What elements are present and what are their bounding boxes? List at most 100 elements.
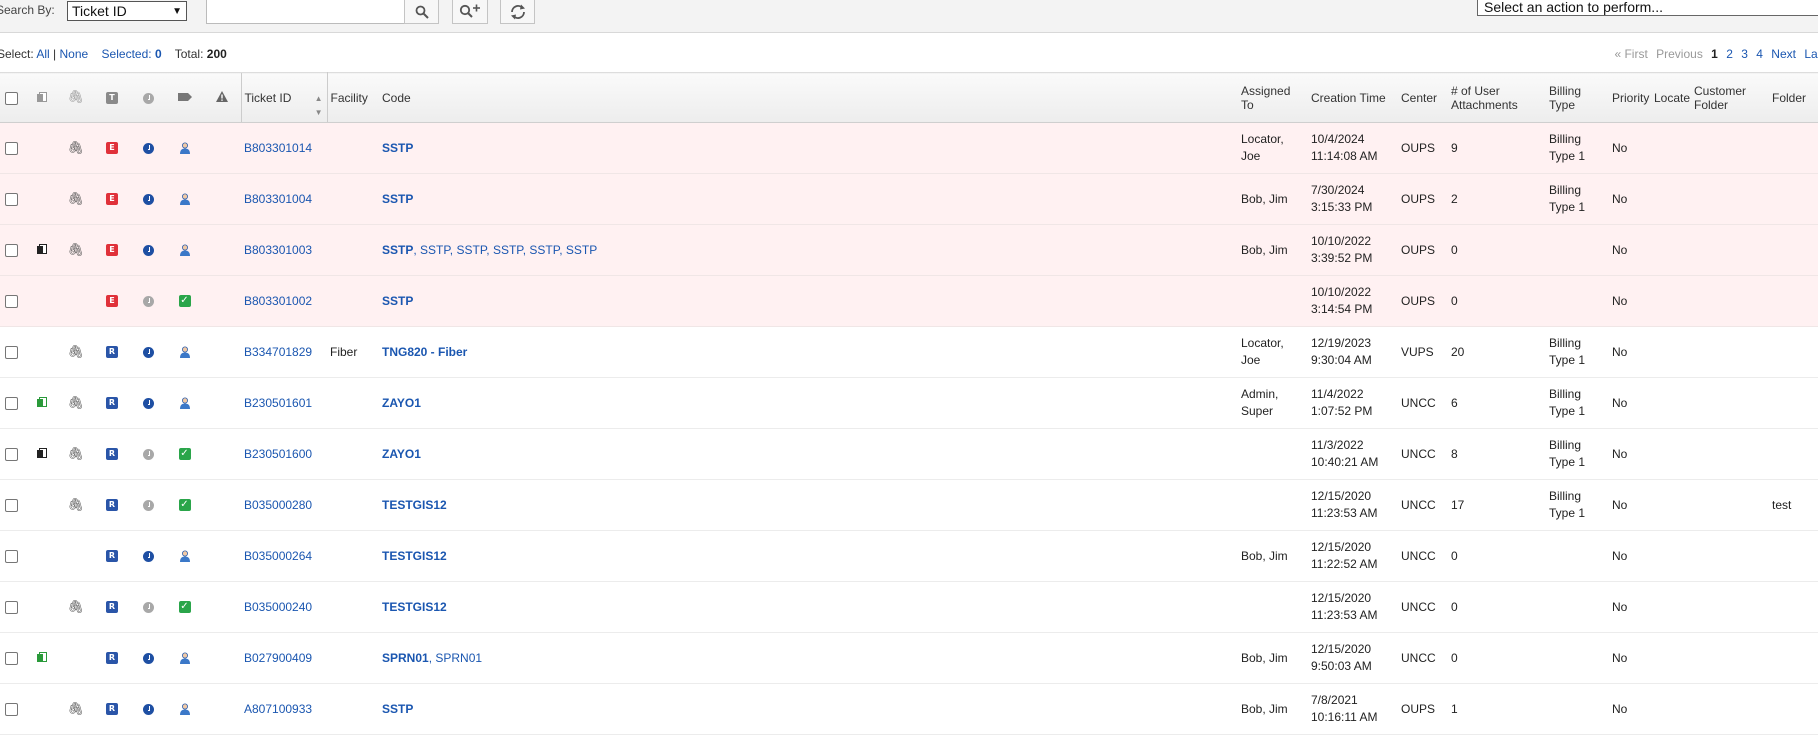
code-extra[interactable]: , SPRN01: [429, 651, 482, 665]
code-link[interactable]: SSTP: [382, 702, 413, 716]
advanced-search-button[interactable]: [452, 0, 488, 24]
ticket-id-link[interactable]: B803301004: [244, 192, 312, 206]
ticket-id-link[interactable]: B027900409: [244, 651, 312, 665]
row-checkbox[interactable]: [4, 192, 18, 206]
table-row[interactable]: 🖇 R B334701829 Fiber TNG820 - Fiber Locator, …: [0, 326, 1818, 378]
person-icon[interactable]: [179, 193, 191, 206]
ticket-id-link[interactable]: B035000280: [244, 498, 312, 512]
clock-icon[interactable]: [143, 397, 154, 409]
row-checkbox[interactable]: [4, 396, 18, 410]
header-attachments-icon[interactable]: 🖇: [58, 72, 93, 123]
paperclip-icon[interactable]: 🖇: [67, 701, 84, 718]
paperclip-icon[interactable]: 🖇: [67, 140, 84, 157]
ticket-id-link[interactable]: B803301003: [244, 243, 312, 257]
paperclip-icon[interactable]: 🖇: [67, 395, 84, 412]
paperclip-icon[interactable]: 🖇: [67, 242, 84, 259]
search-input[interactable]: [206, 0, 405, 24]
column-folder[interactable]: Folder: [1769, 72, 1818, 123]
code-link[interactable]: TESTGIS12: [382, 549, 447, 563]
column-priority[interactable]: Priority: [1609, 72, 1651, 123]
table-row[interactable]: R B027900409 SPRN01, SPRN01 Bob, Jim 12/15/2…: [0, 632, 1818, 684]
column-facility[interactable]: Facility: [327, 72, 379, 123]
documents-icon[interactable]: [36, 447, 47, 459]
select-all-link[interactable]: All: [36, 47, 49, 61]
code-link[interactable]: TESTGIS12: [382, 498, 447, 512]
code-link[interactable]: ZAYO1: [382, 447, 421, 461]
select-all-header[interactable]: [0, 72, 22, 123]
header-type[interactable]: T: [93, 72, 131, 123]
column-code[interactable]: Code: [379, 72, 1238, 123]
pager-page-4[interactable]: 4: [1756, 47, 1763, 61]
table-row[interactable]: 🖇 R B230501601 ZAYO1 Admin, Super 11/4/2022 1…: [0, 377, 1818, 429]
column-customer-folder[interactable]: Customer Folder: [1691, 72, 1769, 123]
ticket-id-link[interactable]: A807100933: [244, 702, 312, 716]
header-due[interactable]: [131, 72, 166, 123]
ticket-id-link[interactable]: B803301002: [244, 294, 312, 308]
clock-icon[interactable]: [143, 499, 154, 511]
row-checkbox[interactable]: [4, 243, 18, 257]
code-link[interactable]: SSTP: [382, 294, 413, 308]
column-assigned-to[interactable]: Assigned To: [1238, 72, 1308, 123]
clock-icon[interactable]: [143, 652, 154, 664]
check-icon[interactable]: ✓: [178, 601, 191, 614]
column-center[interactable]: Center: [1398, 72, 1448, 123]
table-row[interactable]: 🖇 R A807100933 SSTP Bob, Jim 7/8/2021 10:16:1…: [0, 683, 1818, 735]
column-billing-type[interactable]: Billing Type: [1546, 72, 1609, 123]
person-icon[interactable]: [179, 550, 191, 563]
clock-icon[interactable]: [143, 295, 154, 307]
pager-last[interactable]: Last: [1804, 47, 1818, 61]
clock-icon[interactable]: [143, 601, 154, 613]
person-icon[interactable]: [179, 652, 191, 665]
paperclip-icon[interactable]: 🖇: [67, 497, 84, 514]
clock-icon[interactable]: [143, 346, 154, 358]
table-row[interactable]: 🖇 E B803301003 SSTP, SSTP, SSTP, SSTP, SSTP…: [0, 224, 1818, 276]
table-row[interactable]: 🖇 R ✓ B230501600 ZAYO1 11/3/2022 10:40:21 AM U…: [0, 428, 1818, 480]
clock-icon[interactable]: [143, 244, 154, 256]
pager-page-3[interactable]: 3: [1741, 47, 1748, 61]
code-link[interactable]: ZAYO1: [382, 396, 421, 410]
table-row[interactable]: R B035000264 TESTGIS12 Bob, Jim 12/15/2020 1…: [0, 530, 1818, 582]
code-extra[interactable]: , SSTP, SSTP, SSTP, SSTP, SSTP: [413, 243, 597, 257]
ticket-id-link[interactable]: B334701829: [244, 345, 312, 359]
row-checkbox[interactable]: [4, 345, 18, 359]
header-tag[interactable]: [166, 72, 203, 123]
check-icon[interactable]: ✓: [178, 499, 191, 512]
table-row[interactable]: 🖇 E B803301004 SSTP Bob, Jim 7/30/2024 3:15:3…: [0, 173, 1818, 225]
person-icon[interactable]: [179, 703, 191, 716]
row-checkbox[interactable]: [4, 141, 18, 155]
documents-icon[interactable]: [36, 243, 47, 255]
code-link[interactable]: SSTP: [382, 141, 413, 155]
person-icon[interactable]: [179, 244, 191, 257]
column-ticket-id[interactable]: Ticket ID ▲ ▼: [240, 72, 328, 123]
ticket-id-link[interactable]: B230501601: [244, 396, 312, 410]
clock-icon[interactable]: [143, 550, 154, 562]
search-by-select[interactable]: Ticket ID ▼: [67, 1, 187, 21]
paperclip-icon[interactable]: 🖇: [67, 446, 84, 463]
ticket-id-link[interactable]: B035000240: [244, 600, 312, 614]
header-warning[interactable]: [203, 72, 241, 123]
select-none-link[interactable]: None: [60, 47, 89, 61]
select-all-checkbox[interactable]: [4, 91, 18, 105]
row-checkbox[interactable]: [4, 549, 18, 563]
row-checkbox[interactable]: [4, 600, 18, 614]
clock-icon[interactable]: [143, 448, 154, 460]
code-link[interactable]: TNG820 - Fiber: [382, 345, 467, 359]
column-locate[interactable]: Locate: [1651, 72, 1691, 123]
table-row[interactable]: 🖇 R ✓ B035000240 TESTGIS12 12/15/2020 11:23:5…: [0, 581, 1818, 633]
header-docs[interactable]: [22, 72, 58, 123]
table-row[interactable]: 🖇 E B803301014 SSTP Locator, Joe 10/4/2024 11…: [0, 122, 1818, 174]
search-button[interactable]: [404, 0, 439, 24]
action-select[interactable]: Select an action to perform...: [1477, 0, 1818, 16]
ticket-id-link[interactable]: B035000264: [244, 549, 312, 563]
column-attachments[interactable]: # of User Attachments: [1448, 72, 1546, 123]
row-checkbox[interactable]: [4, 498, 18, 512]
table-row[interactable]: 🖇 R ✓ B035000280 TESTGIS12 12/15/2020 11:23:5…: [0, 479, 1818, 531]
paperclip-icon[interactable]: 🖇: [67, 344, 84, 361]
column-creation-time[interactable]: Creation Time: [1308, 72, 1398, 123]
refresh-button[interactable]: [500, 0, 535, 24]
row-checkbox[interactable]: [4, 702, 18, 716]
person-icon[interactable]: [179, 346, 191, 359]
paperclip-icon[interactable]: 🖇: [67, 191, 84, 208]
clock-icon[interactable]: [143, 703, 154, 715]
code-link[interactable]: TESTGIS12: [382, 600, 447, 614]
